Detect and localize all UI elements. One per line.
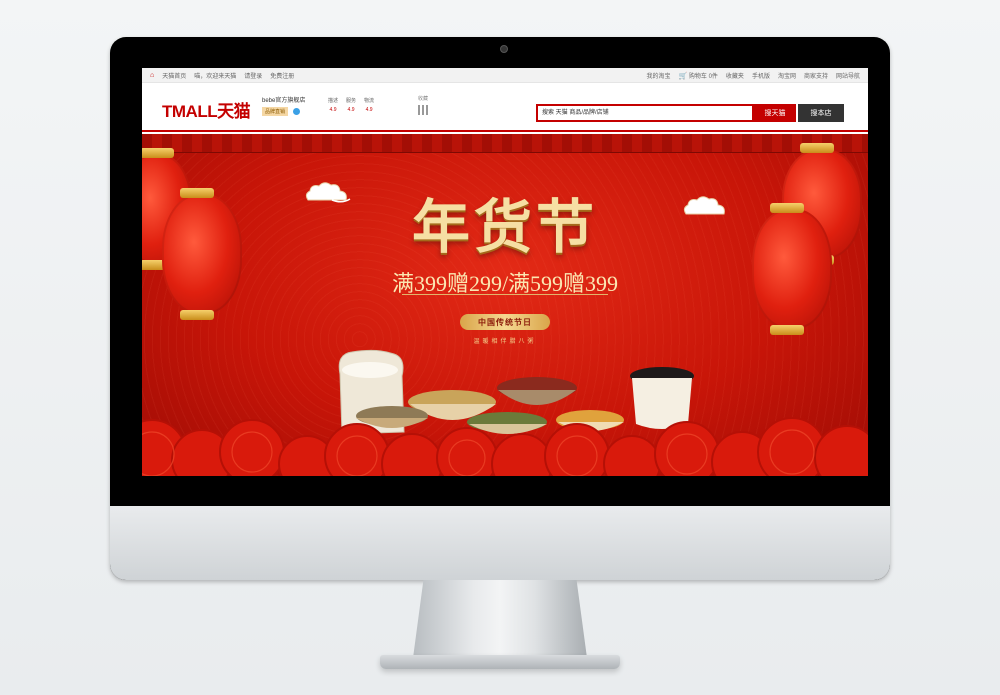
banner-title: 年货节: [411, 193, 598, 261]
topbar-link-favorites[interactable]: 收藏夹: [726, 71, 744, 80]
top-bar-left: ⌂ 天猫首页 喵，欢迎来天猫 请登录 免费注册: [150, 71, 294, 80]
rating-service: 服务 4.9: [346, 97, 356, 113]
cart-label: 购物车 0件: [688, 73, 718, 80]
rating-value: 4.9: [329, 107, 337, 113]
verified-icon: [292, 107, 300, 115]
rating-label: 服务: [346, 98, 357, 104]
search-shop-button[interactable]: 搜本店: [798, 104, 844, 122]
rating-description: 描述 4.9: [328, 97, 338, 113]
rating-label: 物流: [364, 98, 375, 104]
wave-clouds-decoration: [142, 417, 868, 476]
top-bar-right: 我的淘宝 🛒 购物车 0件 收藏夹 手机版 淘宝网 商家支持 网站导航: [647, 71, 861, 80]
cart-icon: 🛒: [678, 72, 688, 80]
home-icon[interactable]: ⌂: [150, 72, 154, 79]
search-input[interactable]: 搜索 天猫 商品/品牌/店铺: [536, 104, 754, 122]
qr-code-icon: [418, 105, 428, 115]
shop-badge: 品牌直销: [262, 107, 289, 116]
search-tmall-button[interactable]: 搜天猫: [754, 104, 796, 122]
topbar-link-sitemap[interactable]: 网站导航: [836, 71, 860, 80]
monitor-stand: [413, 580, 587, 658]
topbar-greeting: 喵，欢迎来天猫: [194, 73, 237, 80]
shop-info: bebe官方旗舰店 品牌直销: [262, 95, 305, 116]
topbar-link-mobile[interactable]: 手机版: [752, 71, 770, 80]
new-year-banner[interactable]: 年货节 满399赠299/满599赠399 中国传统节日 温暖相伴腊八粥: [142, 134, 868, 476]
camera-icon: [500, 45, 508, 53]
rating-value: 4.9: [365, 107, 373, 113]
topbar-link-my-taobao[interactable]: 我的淘宝: [647, 71, 671, 80]
shop-name[interactable]: bebe官方旗舰店: [262, 95, 305, 104]
monitor-chin: [110, 506, 890, 580]
shop-ratings: 描述 4.9 服务 4.9 物流 4.9: [328, 97, 374, 113]
topbar-link-cart[interactable]: 🛒 购物车 0件: [679, 71, 718, 80]
topbar-link-home[interactable]: 天猫首页: [162, 71, 186, 80]
topbar-link-merchant[interactable]: 商家支持: [804, 71, 828, 80]
festival-tag: 中国传统节日: [460, 314, 550, 330]
shop-header: TMALL天猫 bebe官方旗舰店 品牌直销 描述 4.9 服务 4.9 物流 …: [142, 83, 868, 132]
collect-label: 收藏: [418, 96, 429, 102]
rating-logistics: 物流 4.9: [364, 97, 374, 113]
top-bar: ⌂ 天猫首页 喵，欢迎来天猫 请登录 免费注册 我的淘宝 🛒 购物车 0件 收藏…: [142, 68, 868, 83]
rating-label: 描述: [328, 98, 339, 104]
collect-button[interactable]: 收藏: [418, 95, 428, 115]
screen: ⌂ 天猫首页 喵，欢迎来天猫 请登录 免费注册 我的淘宝 🛒 购物车 0件 收藏…: [142, 68, 868, 476]
topbar-link-register[interactable]: 免费注册: [270, 71, 294, 80]
topbar-link-login[interactable]: 请登录: [244, 71, 262, 80]
rating-value: 4.9: [347, 107, 355, 113]
monitor-base: [380, 655, 620, 669]
tmall-logo[interactable]: TMALL天猫: [162, 97, 251, 122]
fret-border: [142, 134, 868, 153]
topbar-link-taobao[interactable]: 淘宝网: [778, 71, 796, 80]
promo-divider: [402, 294, 608, 295]
